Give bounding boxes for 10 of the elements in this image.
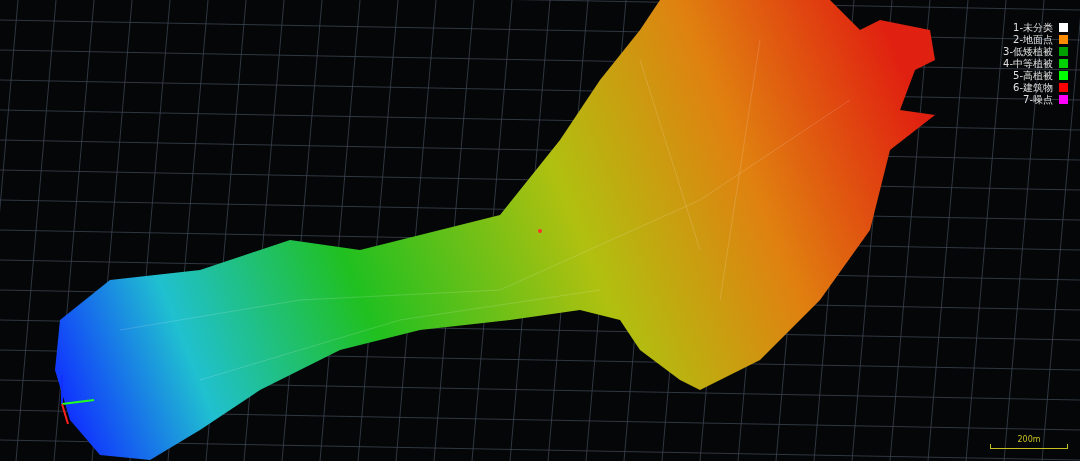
- marker-point-icon: [538, 229, 542, 233]
- legend-label: 3-低矮植被: [1003, 46, 1053, 57]
- scale-bar-label: 200m: [1017, 435, 1041, 444]
- legend-label: 2-地面点: [1013, 34, 1053, 45]
- axis-gizmo-icon: [61, 374, 95, 425]
- legend-label: 5-高植被: [1013, 70, 1053, 81]
- legend-label: 6-建筑物: [1013, 82, 1053, 93]
- legend-label: 7-噪点: [1023, 94, 1053, 105]
- legend-label: 4-中等植被: [1003, 58, 1053, 69]
- legend-label: 1-未分类: [1013, 22, 1053, 33]
